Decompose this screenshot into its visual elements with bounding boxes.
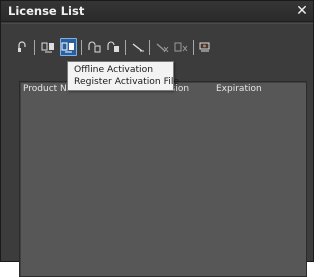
toolbar-separator [81, 40, 82, 55]
license-button[interactable] [14, 38, 31, 56]
menu-item-offline-activation[interactable]: Offline Activation [74, 64, 153, 75]
settings-icon [199, 42, 210, 52]
remove-all-button[interactable] [173, 38, 190, 56]
repair-icon [132, 43, 144, 52]
online-activation-icon [41, 42, 54, 53]
toolbar-separator [125, 40, 126, 55]
offline-deactivate-icon [107, 41, 119, 52]
online-activation-button[interactable] [40, 38, 57, 56]
deactivate-button[interactable] [86, 38, 103, 56]
window-body: Product Name Version Expiration [1, 23, 313, 277]
close-button[interactable]: ✕ [295, 2, 309, 20]
toolbar-separator [149, 40, 150, 55]
dropdown-menu: Offline Activation Register Activation F… [67, 61, 179, 91]
repair-button[interactable] [130, 38, 147, 56]
license-list-window: License List ✕ Product Name Expiration O… [0, 0, 314, 277]
toolbar-separator [193, 40, 194, 55]
offline-activation-icon [61, 42, 74, 53]
remove-icon [156, 43, 169, 53]
title-bar: License List ✕ [1, 1, 313, 22]
deactivate-icon [88, 41, 101, 53]
remove-all-icon [174, 42, 188, 52]
window-title: License List [8, 4, 85, 18]
toolbar-separator [34, 40, 35, 55]
remove-button[interactable] [154, 38, 171, 56]
offline-activation-button[interactable] [60, 38, 77, 56]
license-list[interactable]: Product Name Version Expiration [19, 81, 307, 277]
license-icon [18, 41, 26, 52]
column-header-expiration[interactable]: Expiration [216, 84, 262, 94]
toolbar [14, 38, 214, 56]
settings-button[interactable] [197, 38, 214, 56]
offline-deactivate-button[interactable] [105, 38, 122, 56]
menu-item-register-activation-file[interactable]: Register Activation File [74, 76, 179, 87]
